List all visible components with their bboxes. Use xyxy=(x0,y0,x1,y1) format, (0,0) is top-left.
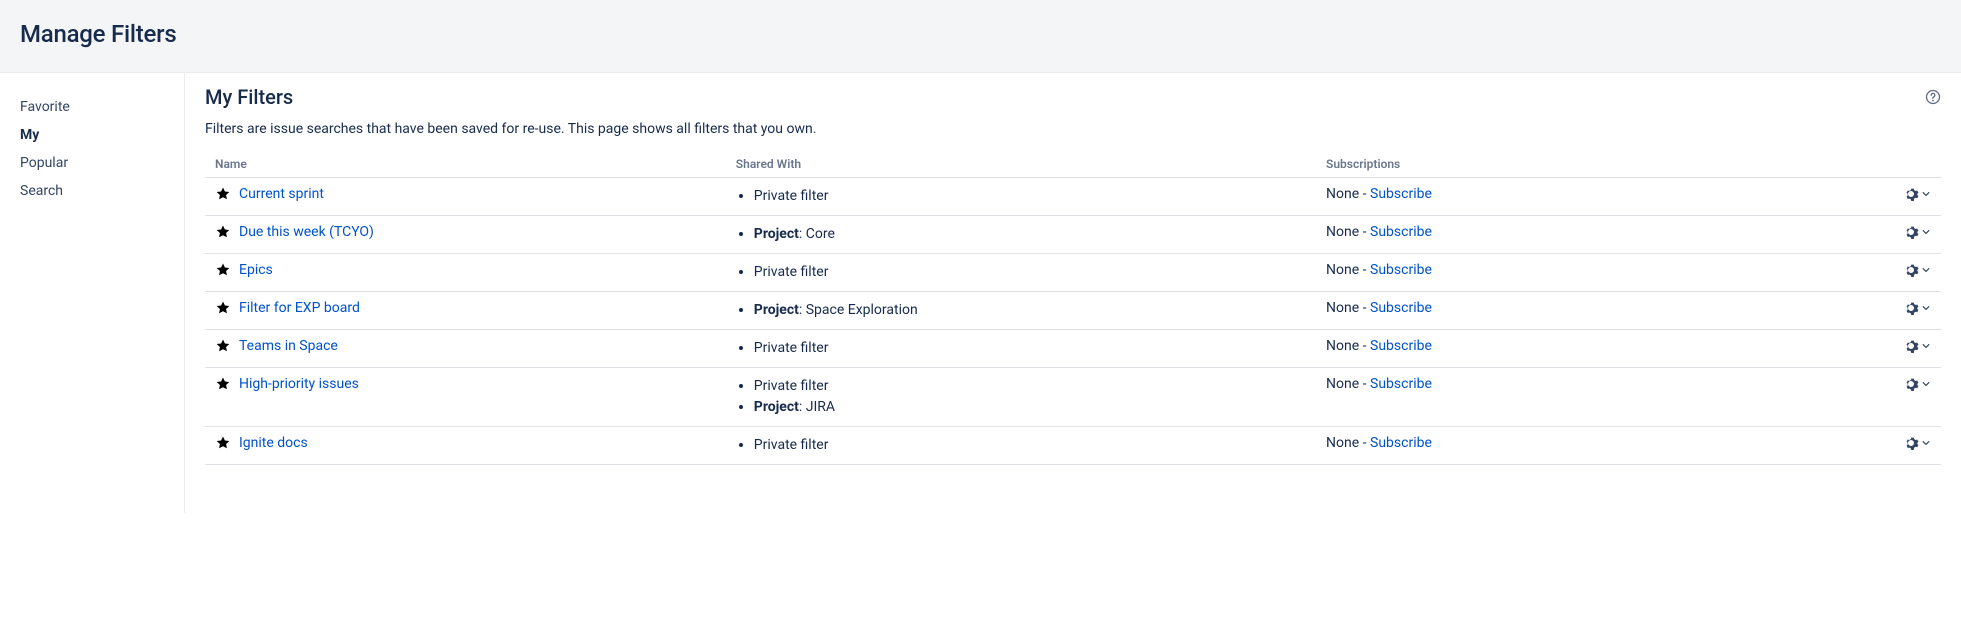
subscriptions-cell: None - Subscribe xyxy=(1316,254,1802,292)
main-content: My Filters Filters are issue searches th… xyxy=(185,73,1961,513)
actions-menu-button[interactable] xyxy=(1903,376,1931,392)
actions-menu-button[interactable] xyxy=(1903,262,1931,278)
subscriptions-cell: None - Subscribe xyxy=(1316,330,1802,368)
subscribe-link[interactable]: Subscribe xyxy=(1370,338,1432,354)
table-row: Filter for EXP board Project: Space Explo… xyxy=(205,292,1941,330)
subscription-none-text: None xyxy=(1326,435,1359,451)
star-filled-icon[interactable] xyxy=(215,186,231,202)
actions-menu-button[interactable] xyxy=(1903,435,1931,451)
filter-name-link[interactable]: Filter for EXP board xyxy=(239,300,360,316)
subscribe-link[interactable]: Subscribe xyxy=(1370,186,1432,202)
filter-name-link[interactable]: High-priority issues xyxy=(239,376,359,392)
column-header-subscriptions: Subscriptions xyxy=(1316,149,1802,178)
sidebar-item-my[interactable]: My xyxy=(20,121,184,149)
star-outline-icon[interactable] xyxy=(215,300,231,316)
subscriptions-cell: None - Subscribe xyxy=(1316,427,1802,465)
column-header-shared-with: Shared With xyxy=(726,149,1316,178)
subscription-none-text: None xyxy=(1326,376,1359,392)
subscription-none-text: None xyxy=(1326,224,1359,240)
share-item: Project: JIRA xyxy=(754,397,1306,418)
subscription-none-text: None xyxy=(1326,338,1359,354)
share-item: Private filter xyxy=(754,338,1306,359)
subscribe-link[interactable]: Subscribe xyxy=(1370,376,1432,392)
chevron-down-icon xyxy=(1921,189,1931,199)
section-title: My Filters xyxy=(205,85,293,109)
gear-icon xyxy=(1903,186,1919,202)
subscription-none-text: None xyxy=(1326,186,1359,202)
star-filled-icon[interactable] xyxy=(215,435,231,451)
share-item: Private filter xyxy=(754,186,1306,207)
subscriptions-cell: None - Subscribe xyxy=(1316,216,1802,254)
subscription-none-text: None xyxy=(1326,300,1359,316)
subscriptions-cell: None - Subscribe xyxy=(1316,178,1802,216)
actions-menu-button[interactable] xyxy=(1903,224,1931,240)
star-filled-icon[interactable] xyxy=(215,376,231,392)
gear-icon xyxy=(1903,376,1919,392)
page-header: Manage Filters xyxy=(0,0,1961,73)
chevron-down-icon xyxy=(1921,379,1931,389)
subscription-none-text: None xyxy=(1326,262,1359,278)
subscriptions-cell: None - Subscribe xyxy=(1316,368,1802,427)
page-title: Manage Filters xyxy=(20,20,1941,48)
sidebar: FavoriteMyPopularSearch xyxy=(0,73,185,513)
actions-menu-button[interactable] xyxy=(1903,338,1931,354)
subscribe-link[interactable]: Subscribe xyxy=(1370,300,1432,316)
sidebar-item-favorite[interactable]: Favorite xyxy=(20,93,184,121)
gear-icon xyxy=(1903,435,1919,451)
chevron-down-icon xyxy=(1921,341,1931,351)
filter-name-link[interactable]: Current sprint xyxy=(239,186,324,202)
share-item: Project: Core xyxy=(754,224,1306,245)
share-item: Private filter xyxy=(754,262,1306,283)
share-item: Private filter xyxy=(754,376,1306,397)
table-row: Ignite docs Private filter None - Subscrib… xyxy=(205,427,1941,465)
sidebar-item-search[interactable]: Search xyxy=(20,177,184,205)
table-row: Current sprint Private filter None - Subsc… xyxy=(205,178,1941,216)
chevron-down-icon xyxy=(1921,438,1931,448)
section-description: Filters are issue searches that have bee… xyxy=(205,121,1941,137)
table-row: Due this week (TCYO) Project: Core None - … xyxy=(205,216,1941,254)
actions-menu-button[interactable] xyxy=(1903,300,1931,316)
table-row: High-priority issues Private filterProjec… xyxy=(205,368,1941,427)
filters-table: Name Shared With Subscriptions Current s… xyxy=(205,149,1941,465)
table-row: Teams in Space Private filter None - Subsc… xyxy=(205,330,1941,368)
subscribe-link[interactable]: Subscribe xyxy=(1370,435,1432,451)
share-item: Private filter xyxy=(754,435,1306,456)
subscribe-link[interactable]: Subscribe xyxy=(1370,224,1432,240)
table-row: Epics Private filter None - Subscribe xyxy=(205,254,1941,292)
subscribe-link[interactable]: Subscribe xyxy=(1370,262,1432,278)
gear-icon xyxy=(1903,262,1919,278)
filter-name-link[interactable]: Ignite docs xyxy=(239,435,308,451)
star-outline-icon[interactable] xyxy=(215,224,231,240)
star-filled-icon[interactable] xyxy=(215,262,231,278)
gear-icon xyxy=(1903,338,1919,354)
column-header-actions xyxy=(1802,149,1941,178)
gear-icon xyxy=(1903,300,1919,316)
sidebar-item-popular[interactable]: Popular xyxy=(20,149,184,177)
share-item: Project: Space Exploration xyxy=(754,300,1306,321)
filter-name-link[interactable]: Epics xyxy=(239,262,273,278)
star-filled-icon[interactable] xyxy=(215,338,231,354)
chevron-down-icon xyxy=(1921,227,1931,237)
chevron-down-icon xyxy=(1921,303,1931,313)
actions-menu-button[interactable] xyxy=(1903,186,1931,202)
filter-name-link[interactable]: Teams in Space xyxy=(239,338,338,354)
help-icon[interactable] xyxy=(1925,85,1941,109)
chevron-down-icon xyxy=(1921,265,1931,275)
column-header-name: Name xyxy=(205,149,726,178)
filter-name-link[interactable]: Due this week (TCYO) xyxy=(239,224,374,240)
subscriptions-cell: None - Subscribe xyxy=(1316,292,1802,330)
gear-icon xyxy=(1903,224,1919,240)
